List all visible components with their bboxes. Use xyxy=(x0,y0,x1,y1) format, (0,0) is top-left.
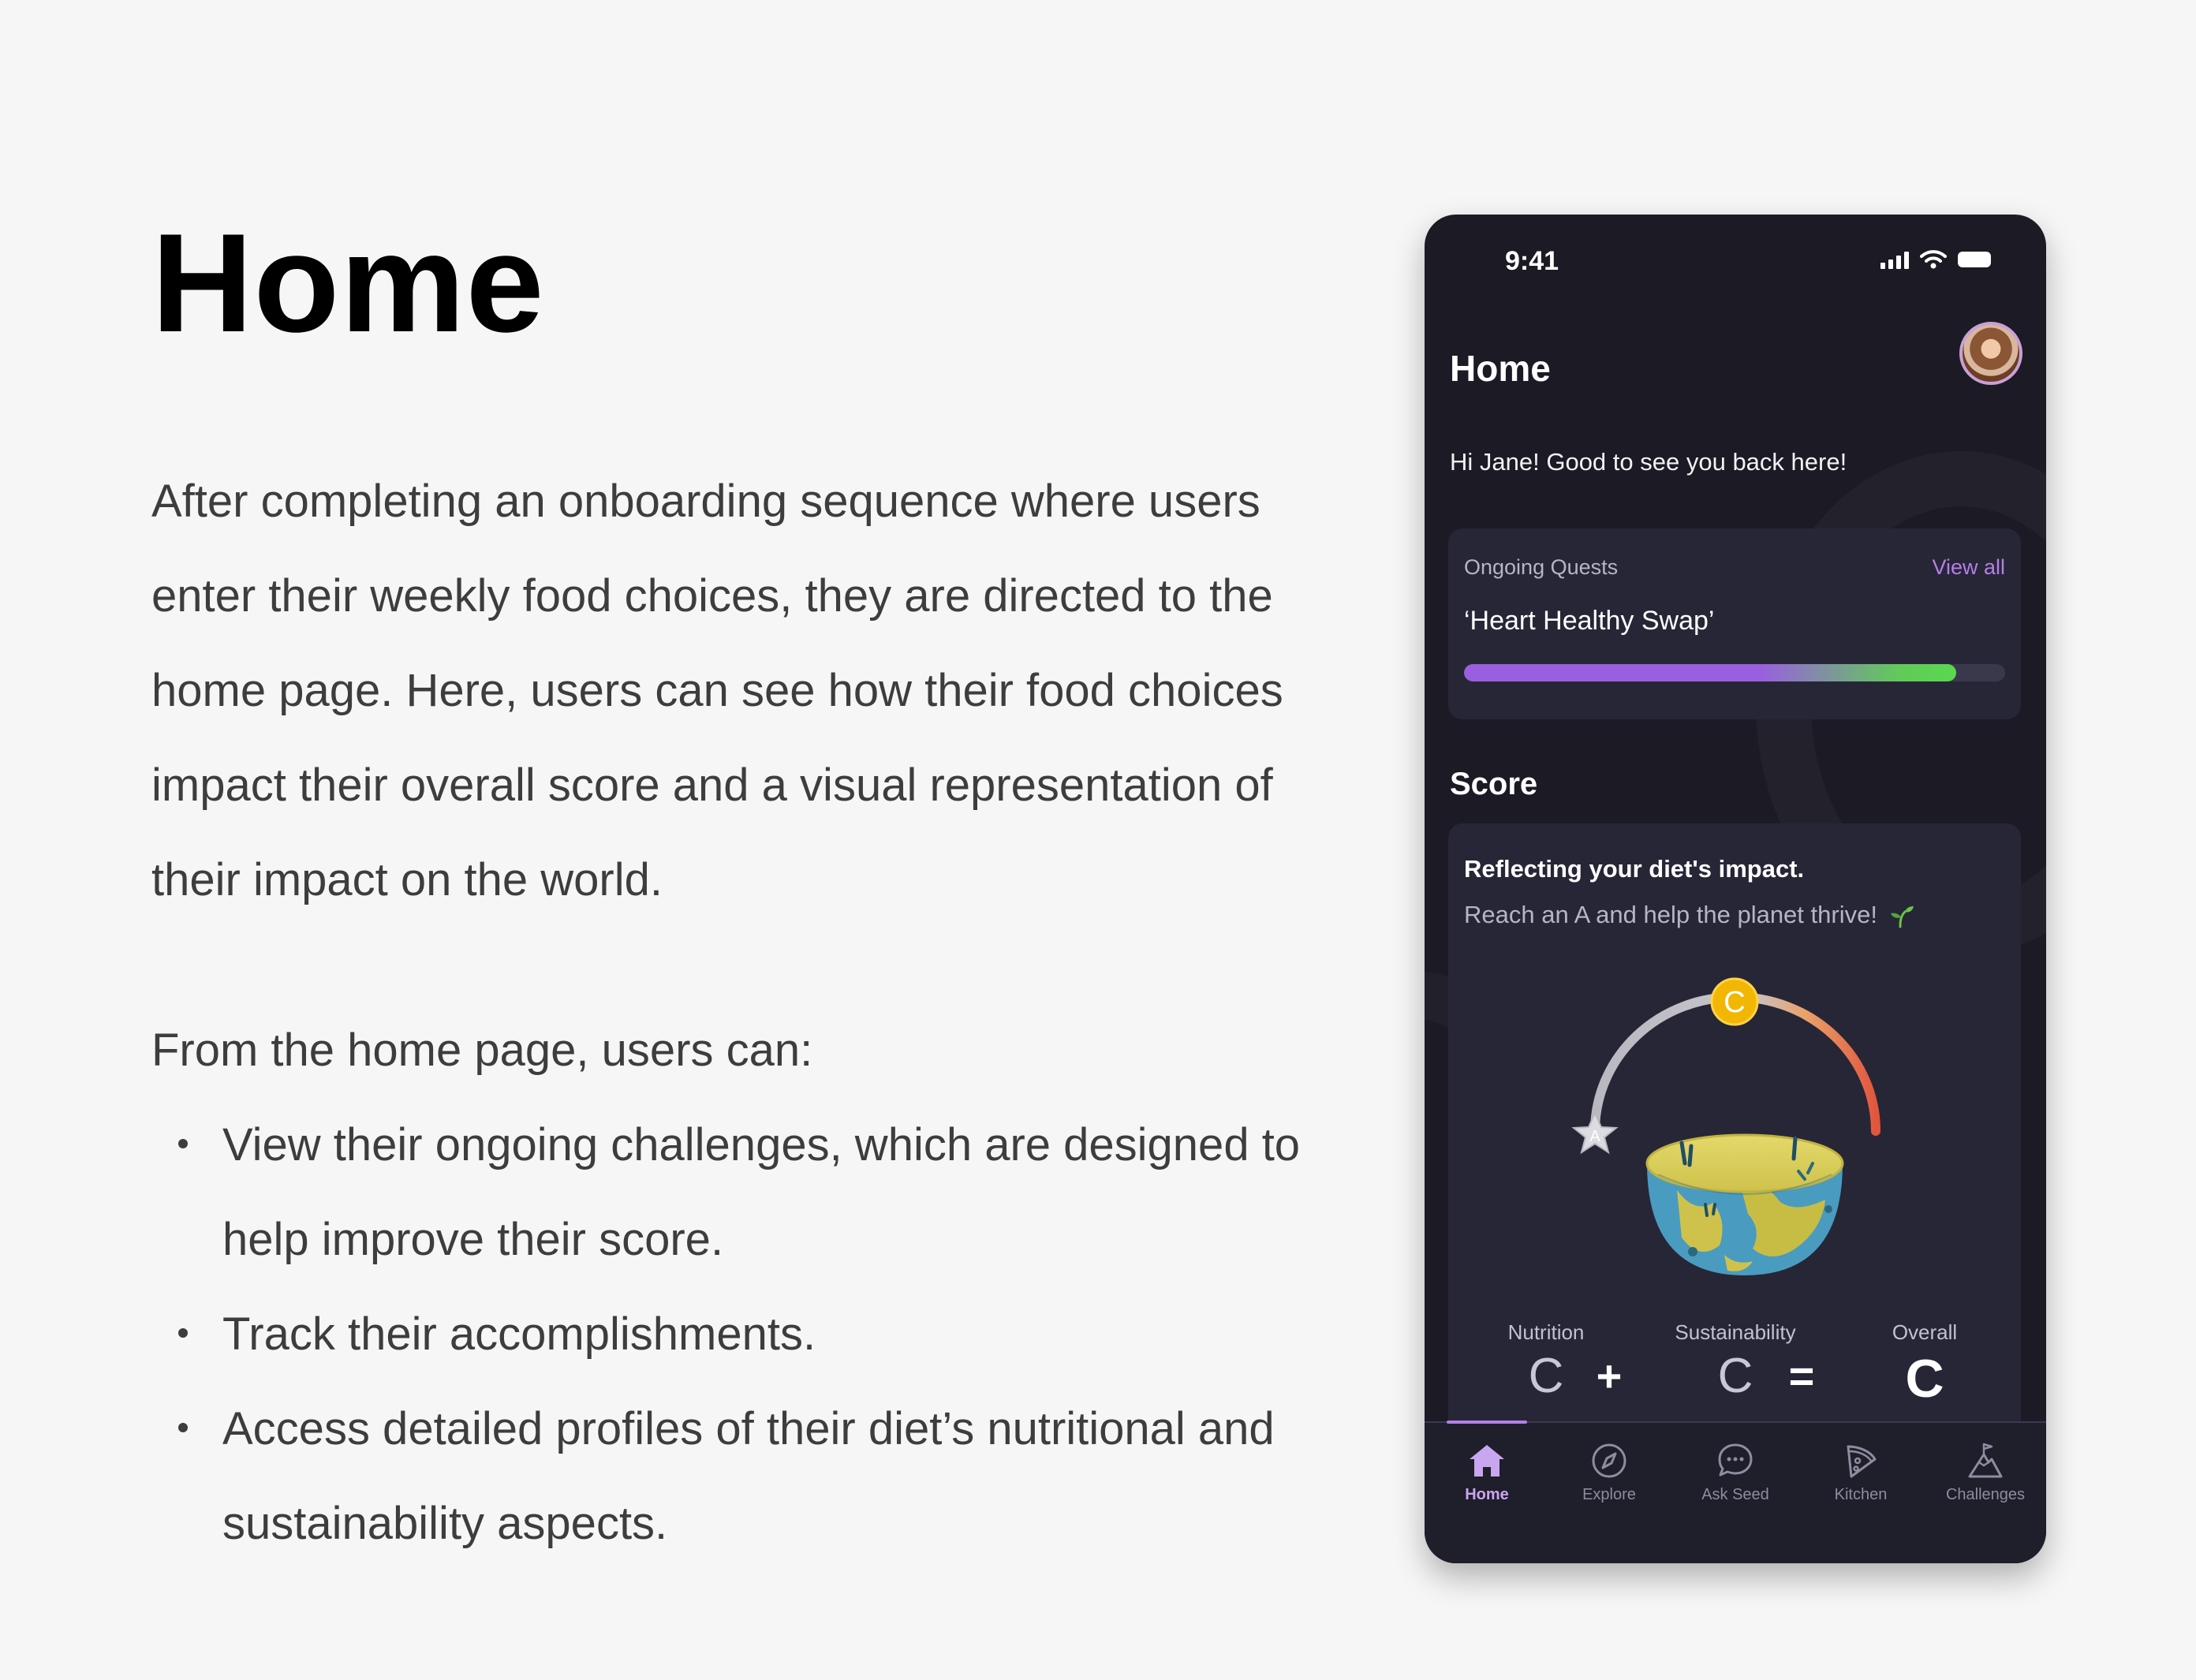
tab-home[interactable]: Home xyxy=(1432,1442,1542,1504)
nutrition-grade: C xyxy=(1528,1349,1564,1403)
phone-mockup: 9:41 Home Hi Jane! Good to see you back … xyxy=(1425,215,2046,1563)
tab-ask-seed[interactable]: Ask Seed xyxy=(1680,1442,1791,1504)
tab-label: Ask Seed xyxy=(1701,1486,1769,1503)
quest-name: ‘Heart Healthy Swap’ xyxy=(1464,606,1715,636)
bottom-tab-bar: Home Explore Ask Seed Kitchen Challenges xyxy=(1425,1421,2046,1563)
active-tab-indicator xyxy=(1447,1421,1527,1424)
battery-icon xyxy=(1958,252,1991,267)
score-heading: Score xyxy=(1450,767,1538,801)
metric-label-sustainability: Sustainability xyxy=(1675,1320,1796,1344)
score-gauge: A C xyxy=(1571,977,1880,1275)
globe-bowl-illustration xyxy=(1645,1133,1844,1275)
feature-item-text: Access detailed profiles of their diet’s… xyxy=(222,1403,1275,1549)
sustainability-grade: C xyxy=(1717,1349,1753,1403)
metric-label-overall: Overall xyxy=(1892,1320,1958,1344)
pizza-slice-icon xyxy=(1847,1445,1877,1478)
score-tagline-text: Reach an A and help the planet thrive! xyxy=(1464,901,1877,928)
home-icon xyxy=(1470,1445,1504,1477)
status-icons xyxy=(1880,249,1991,270)
tab-kitchen[interactable]: Kitchen xyxy=(1806,1442,1916,1504)
current-grade-badge: C xyxy=(1710,977,1759,1026)
tab-explore[interactable]: Explore xyxy=(1554,1442,1664,1504)
tab-label: Explore xyxy=(1582,1486,1636,1503)
avatar[interactable] xyxy=(1959,322,2022,385)
tab-challenges[interactable]: Challenges xyxy=(1930,1442,2041,1504)
metric-label-nutrition: Nutrition xyxy=(1507,1320,1585,1344)
feature-item-text: Track their accomplishments. xyxy=(222,1309,816,1360)
bullet-dot xyxy=(178,1139,188,1148)
score-tagline: Reach an A and help the planet thrive! xyxy=(1464,901,1914,929)
feature-list: View their ongoing challenges, which are… xyxy=(151,1098,1303,1571)
tab-label: Kitchen xyxy=(1834,1486,1888,1503)
target-grade-text: A xyxy=(1589,1128,1600,1145)
signal-icon xyxy=(1880,250,1909,269)
list-intro: From the home page, users can: xyxy=(151,1025,813,1076)
bullet-dot xyxy=(178,1423,188,1432)
status-time: 9:41 xyxy=(1505,246,1559,276)
sprout-icon xyxy=(1890,905,1914,928)
feature-item: View their ongoing challenges, which are… xyxy=(151,1098,1303,1287)
slide-heading: Home xyxy=(151,204,545,361)
feature-item: Track their accomplishments. xyxy=(151,1287,1303,1382)
feature-item-text: View their ongoing challenges, which are… xyxy=(222,1119,1301,1265)
current-grade-text: C xyxy=(1724,986,1745,1019)
bullet-dot xyxy=(178,1328,188,1338)
plus-operator: + xyxy=(1596,1351,1623,1401)
chat-bubble-icon xyxy=(1718,1443,1753,1477)
score-subtitle: Reflecting your diet's impact. xyxy=(1464,855,1805,883)
quest-progress-bar xyxy=(1464,664,2005,681)
quests-label: Ongoing Quests xyxy=(1464,555,1619,579)
equals-operator: = xyxy=(1788,1351,1815,1401)
tab-label: Challenges xyxy=(1945,1486,2026,1503)
greeting-text: Hi Jane! Good to see you back here! xyxy=(1450,448,1847,476)
overall-grade: C xyxy=(1905,1349,1944,1409)
quest-progress-fill xyxy=(1464,664,1957,681)
wifi-icon xyxy=(1920,250,1947,269)
tab-label: Home xyxy=(1465,1486,1509,1503)
description-paragraph: After completing an onboarding sequence … xyxy=(151,476,1283,905)
ongoing-quests-card[interactable]: Ongoing Quests View all ‘Heart Healthy S… xyxy=(1448,528,2021,719)
page-title: Home xyxy=(1450,348,1551,389)
mountain-flag-icon xyxy=(1968,1443,2003,1478)
compass-icon xyxy=(1592,1443,1626,1478)
slide-canvas: Home After completing an onboarding sequ… xyxy=(0,0,2196,1680)
target-grade-badge: A xyxy=(1571,1111,1619,1155)
description-panel: Home After completing an onboarding sequ… xyxy=(151,213,1303,1571)
feature-item: Access detailed profiles of their diet’s… xyxy=(151,1382,1303,1571)
view-all-link[interactable]: View all xyxy=(1932,555,2005,580)
